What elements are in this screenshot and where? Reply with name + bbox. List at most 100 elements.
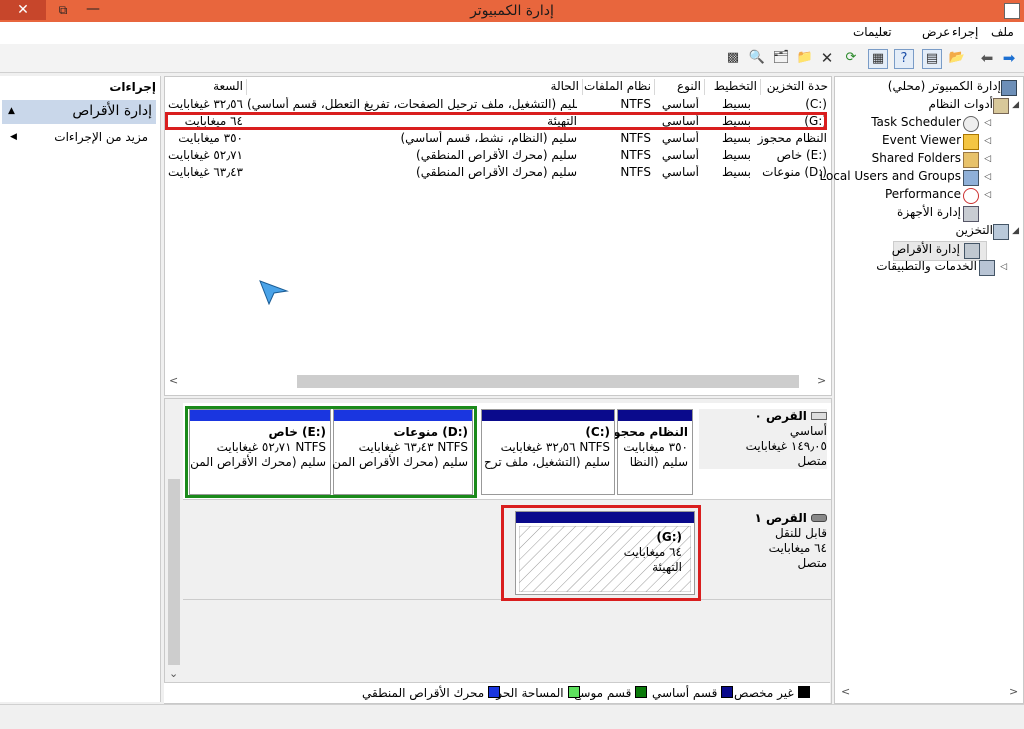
col-layout[interactable]: التخطيط [705, 79, 761, 95]
col-status[interactable]: الحالة [247, 79, 583, 95]
tree-storage[interactable]: التخزين ◢ [835, 223, 1019, 241]
tree-horizontal-scrollbar[interactable]: < > [835, 685, 1021, 701]
menu-action[interactable]: إجراء [952, 25, 978, 39]
clock-icon [963, 116, 979, 132]
more-actions-label: مزيد من الإجراءات [54, 130, 148, 144]
expand-arrow-icon[interactable]: ◢ [1012, 100, 1019, 110]
properties-icon[interactable]: ▦ [868, 49, 888, 69]
maximize-button[interactable]: ⧉ [50, 0, 76, 20]
search-icon[interactable]: 🔍 [748, 49, 766, 67]
scroll-thumb[interactable] [168, 479, 180, 665]
col-volume[interactable]: حدة التخزين [749, 79, 831, 95]
highlight-box-g-row [165, 112, 827, 130]
tree-services[interactable]: الخدمات والتطبيقات ◁ [835, 259, 1019, 277]
collapse-arrow-icon[interactable]: ◁ [984, 190, 991, 200]
collapse-arrow-icon[interactable]: ◁ [984, 136, 991, 146]
vertical-scrollbar[interactable]: ⌄ [165, 399, 181, 683]
partition-g[interactable]: (G:) ٦٤ ميغابايت التهيئة [515, 511, 695, 595]
actions-disk-management[interactable]: إدارة الأقراص ▲ [2, 100, 156, 124]
disk-1-type: قابل للنقل [774, 526, 827, 540]
partition-size: ٣٥٠ ميغابايت [623, 440, 688, 454]
tree-system-tools[interactable]: أدوات النظام ◢ [835, 97, 1019, 115]
horizontal-scrollbar[interactable]: < > [165, 373, 829, 391]
disk-1-size: ٦٤ ميغابايت [768, 541, 827, 555]
legend-free-space: المساحة الحرة [490, 686, 580, 700]
legend-label: قسم أساسي [652, 686, 718, 700]
cell-type: أساسي [661, 148, 699, 162]
scroll-left-icon[interactable]: < [841, 685, 850, 698]
partition-d[interactable]: منوعات (D:) ٦٣٫٤٣ غيغابايت NTFS سليم (مح… [332, 409, 473, 495]
collapse-arrow-icon[interactable]: ◁ [984, 118, 991, 128]
partition-title: منوعات (D:) [393, 425, 468, 439]
help-icon[interactable]: ? [894, 49, 914, 69]
cell-layout: بسيط [721, 97, 751, 111]
partition-e[interactable]: خاص (E:) ٥٢٫٧١ غيغابايت NTFS سليم (محرك … [189, 409, 331, 495]
open-folder-icon[interactable]: 📁 [796, 49, 814, 67]
legend: غير مخصص قسم أساسي قسم موسع المساحة الحر… [164, 682, 830, 703]
tree-shared-folders[interactable]: Shared Folders ◁ [835, 151, 1019, 169]
partition-title: خاص (E:) [268, 425, 326, 439]
partition-c[interactable]: (C:) ٣٢٫٥٦ غيغابايت NTFS سليم (التشغيل، … [481, 409, 615, 495]
cell-capacity: ٣٢٫٥٦ غيغابايت [168, 97, 243, 111]
logical-drive-bar [334, 410, 472, 421]
col-filesystem[interactable]: نظام الملفات [583, 79, 655, 95]
menu-help[interactable]: تعليمات [853, 25, 892, 39]
legend-primary: قسم أساسي [652, 686, 734, 700]
collapse-arrow-icon[interactable]: ◁ [1000, 262, 1007, 272]
status-bar [0, 704, 1024, 729]
legend-extended: قسم موسع [574, 686, 648, 700]
list-view-icon[interactable]: ▩ [724, 49, 742, 67]
partition-title: النظام محجو [613, 425, 688, 439]
legend-swatch [721, 686, 734, 698]
more-actions-item[interactable]: ◀ مزيد من الإجراءات [10, 130, 148, 144]
table-row[interactable]: النظام محجوز بسيط أساسي NTFS سليم (النظا… [165, 131, 829, 147]
partition-status: سليم (محرك الأقراص المن [190, 455, 326, 469]
refresh-icon[interactable]: ⟳ [842, 49, 860, 67]
tree-event-viewer[interactable]: Event Viewer ◁ [835, 133, 1019, 151]
table-row[interactable]: خاص (E:) بسيط أساسي NTFS سليم (محرك الأق… [165, 148, 829, 164]
disk-1-name: القرص ١ [754, 511, 807, 525]
legend-label: محرك الأقراص المنطقي [362, 686, 485, 700]
delete-icon[interactable]: ✕ [818, 49, 836, 67]
expand-arrow-icon[interactable]: ◢ [1012, 226, 1019, 236]
collapse-arrow-icon[interactable]: ◁ [984, 172, 991, 182]
minimize-button[interactable]: — [80, 0, 106, 20]
col-capacity[interactable]: السعة [165, 79, 247, 95]
tools-icon [993, 98, 1009, 114]
tree-root[interactable]: إدارة الكمبيوتر (محلي) [835, 79, 1019, 97]
scroll-right-icon[interactable]: > [1009, 685, 1018, 698]
col-type[interactable]: النوع [655, 79, 705, 95]
table-row[interactable]: (C:) بسيط أساسي NTFS سليم (التشغيل، ملف … [165, 97, 829, 113]
tree-device-manager[interactable]: إدارة الأجهزة [835, 205, 1019, 223]
disk-0-label[interactable]: القرص ٠ أساسي ١٤٩٫٠٥ غيغابايت متصل [699, 409, 827, 469]
tree-label: أدوات النظام [928, 97, 993, 111]
tree-disk-management[interactable]: إدارة الأقراص [892, 241, 987, 261]
cell-layout: بسيط [721, 131, 751, 145]
scroll-thumb[interactable] [297, 375, 799, 388]
collapse-arrow-icon[interactable]: ◁ [984, 154, 991, 164]
scroll-right-icon[interactable]: > [817, 374, 826, 387]
disk-1-status: متصل [797, 556, 827, 570]
partition-status: سليم (النظا [629, 455, 688, 469]
cell-status: سليم (محرك الأقراص المنطقي) [416, 148, 577, 162]
up-folder-icon[interactable]: 📂 [948, 49, 966, 67]
disk-1-label[interactable]: القرص ١ قابل للنقل ٦٤ ميغابايت متصل [699, 511, 827, 571]
scroll-left-icon[interactable]: < [169, 374, 178, 387]
storage-icon [993, 224, 1009, 240]
scroll-down-icon[interactable]: ⌄ [169, 667, 178, 680]
menu-view[interactable]: عرض [922, 25, 950, 39]
partition-size: ٥٢٫٧١ غيغابايت NTFS [216, 440, 326, 454]
back-arrow-icon[interactable]: ⬅ [978, 49, 996, 67]
forward-arrow-icon[interactable]: ➡ [1000, 49, 1018, 67]
close-button[interactable]: ✕ [0, 0, 46, 20]
partition-system-reserved[interactable]: النظام محجو ٣٥٠ ميغابايت سليم (النظا [613, 409, 693, 495]
tree-local-users[interactable]: Local Users and Groups ◁ [819, 169, 1019, 187]
menu-file[interactable]: ملف [991, 25, 1014, 39]
show-hide-tree-icon[interactable]: ▤ [922, 49, 942, 69]
folder-export-icon[interactable]: 🗂 [772, 49, 790, 67]
table-row[interactable]: منوعات (D:) بسيط أساسي NTFS سليم (محرك ا… [165, 165, 829, 181]
services-icon [979, 260, 995, 276]
cell-volume: خاص (E:) [776, 148, 827, 162]
tree-performance[interactable]: Performance ◁ [835, 187, 1019, 205]
tree-task-scheduler[interactable]: Task Scheduler ◁ [835, 115, 1019, 133]
